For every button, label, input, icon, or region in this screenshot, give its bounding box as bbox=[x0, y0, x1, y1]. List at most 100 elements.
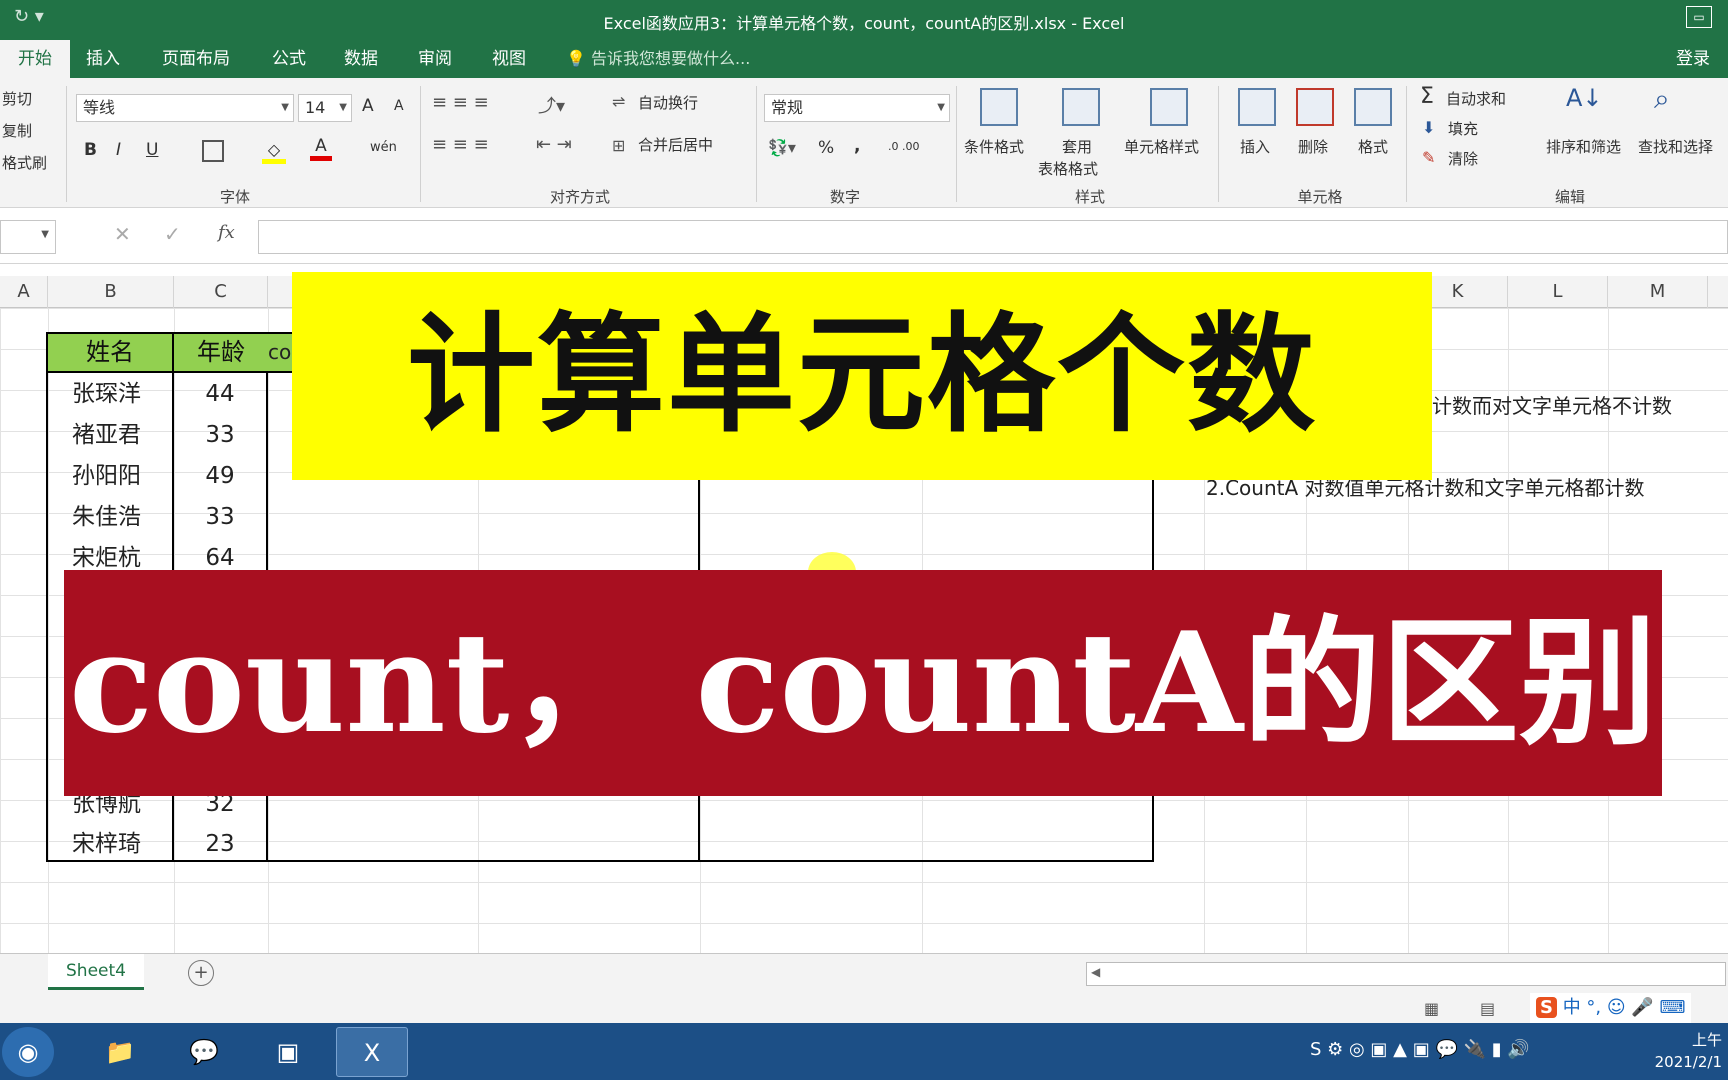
cell-styles-icon bbox=[1150, 88, 1188, 126]
file-explorer-icon[interactable]: 📁 bbox=[84, 1027, 156, 1077]
format-painter-button[interactable]: 格式刷 bbox=[2, 152, 47, 173]
title-banner: 计算单元格个数 bbox=[292, 272, 1432, 480]
pinyin-button[interactable]: wén bbox=[370, 140, 397, 155]
cell-name[interactable]: 宋梓琦 bbox=[72, 824, 172, 865]
chevron-down-icon: ▼ bbox=[339, 102, 347, 113]
vertical-align-icons[interactable]: ≡ ≡ ≡ bbox=[432, 92, 532, 116]
insert-function-icon[interactable]: fx bbox=[218, 222, 235, 243]
header-name[interactable]: 姓名 bbox=[48, 334, 172, 371]
window-title: Excel函数应用3：计算单元格个数，count，countA的区别.xlsx … bbox=[603, 14, 1125, 33]
column-header-a[interactable]: A bbox=[0, 276, 48, 308]
taskbar-clock[interactable]: 上午 2021/2/1 bbox=[1655, 1029, 1722, 1073]
ime-toolbar[interactable]: S 中 °, ☺ 🎤 ⌨ bbox=[1530, 993, 1692, 1023]
chevron-down-icon: ▼ bbox=[41, 229, 49, 240]
bold-button[interactable]: B bbox=[84, 140, 97, 160]
tab-insert[interactable]: 插入 bbox=[68, 40, 138, 78]
horizontal-align-icons[interactable]: ≡ ≡ ≡ bbox=[432, 134, 532, 158]
grow-font-button[interactable]: A bbox=[362, 96, 374, 116]
number-format-combo[interactable]: 常规 ▼ bbox=[764, 94, 950, 122]
cell-age[interactable]: 33 bbox=[180, 415, 260, 456]
normal-view-icon[interactable]: ▦ bbox=[1424, 999, 1439, 1018]
scroll-left-icon[interactable]: ◀ bbox=[1091, 965, 1100, 979]
tab-formulas[interactable]: 公式 bbox=[254, 40, 324, 78]
orientation-icon[interactable]: ⤴▾ bbox=[538, 92, 565, 118]
cell-name[interactable]: 朱佳浩 bbox=[72, 497, 172, 538]
name-box[interactable]: ▼ bbox=[0, 220, 56, 254]
add-sheet-icon[interactable]: + bbox=[188, 960, 214, 986]
excel-taskbar-icon[interactable]: X bbox=[336, 1027, 408, 1077]
percent-button[interactable]: % bbox=[818, 138, 834, 158]
conditional-format-icon bbox=[980, 88, 1018, 126]
font-color-button[interactable]: A bbox=[310, 136, 332, 161]
increase-decimal-button[interactable]: .0 .00 bbox=[888, 140, 920, 153]
chrome-icon[interactable]: ◉ bbox=[2, 1027, 54, 1077]
note-line-1[interactable]: 计数而对文字单元格不计数 bbox=[1432, 390, 1672, 419]
fill-button[interactable]: 填充 bbox=[1448, 118, 1478, 139]
merge-center-icon: ⊞ bbox=[612, 136, 626, 155]
insert-cells-icon bbox=[1238, 88, 1276, 126]
cell-name[interactable]: 褚亚君 bbox=[72, 415, 172, 456]
underline-button[interactable]: U bbox=[146, 140, 158, 160]
powerpoint-icon[interactable]: ▣ bbox=[252, 1027, 324, 1077]
restore-window-icon[interactable]: ▭ bbox=[1686, 6, 1712, 28]
currency-icon[interactable]: 💱▾ bbox=[768, 138, 796, 157]
cell-age[interactable]: 33 bbox=[180, 497, 260, 538]
header-age[interactable]: 年龄 bbox=[174, 334, 268, 371]
format-as-table-button-2[interactable]: 表格格式 bbox=[1038, 158, 1098, 179]
tell-me-search[interactable]: 💡 告诉我您想要做什么... bbox=[566, 40, 750, 78]
login-button[interactable]: 登录 bbox=[1676, 40, 1710, 78]
column-header-c[interactable]: C bbox=[174, 276, 268, 308]
table-header-row: 姓名 年龄 bbox=[46, 332, 296, 373]
find-select-button[interactable]: 查找和选择 bbox=[1638, 136, 1713, 157]
conditional-format-button[interactable]: 条件格式 bbox=[964, 136, 1024, 157]
cell-age[interactable]: 23 bbox=[180, 824, 260, 865]
tab-home[interactable]: 开始 bbox=[0, 40, 70, 78]
horizontal-scrollbar[interactable]: ◀ bbox=[1086, 962, 1726, 986]
column-header-m[interactable]: M bbox=[1608, 276, 1708, 308]
sort-filter-button[interactable]: 排序和筛选 bbox=[1546, 136, 1621, 157]
column-header-l[interactable]: L bbox=[1508, 276, 1608, 308]
ime-status: 中 °, ☺ 🎤 ⌨ bbox=[1562, 997, 1686, 1018]
formula-input[interactable] bbox=[258, 220, 1728, 254]
format-cells-button[interactable]: 格式 bbox=[1358, 136, 1388, 157]
clear-button[interactable]: 清除 bbox=[1448, 148, 1478, 169]
shrink-font-button[interactable]: A bbox=[394, 98, 404, 114]
autosum-button[interactable]: 自动求和 bbox=[1446, 88, 1506, 109]
cut-button[interactable]: 剪切 bbox=[2, 88, 32, 109]
find-icon: ⌕ bbox=[1654, 82, 1670, 115]
system-tray-icons[interactable]: S ⚙ ◎ ▣ ▲ ▣ 💬 🔌 ▮ 🔊 bbox=[1310, 1039, 1530, 1060]
cancel-icon[interactable]: ✕ bbox=[114, 222, 131, 246]
italic-button[interactable]: I bbox=[116, 140, 121, 160]
copy-button[interactable]: 复制 bbox=[2, 120, 32, 141]
font-name-combo[interactable]: 等线 ▼ bbox=[76, 94, 294, 122]
column-header-b[interactable]: B bbox=[48, 276, 174, 308]
tab-view[interactable]: 视图 bbox=[474, 40, 544, 78]
page-layout-view-icon[interactable]: ▤ bbox=[1480, 999, 1495, 1018]
merge-center-button[interactable]: 合并后居中 bbox=[638, 134, 713, 155]
fill-color-icon[interactable]: ◇ bbox=[262, 140, 286, 164]
tab-page-layout[interactable]: 页面布局 bbox=[144, 40, 248, 78]
border-icon[interactable] bbox=[202, 140, 224, 162]
delete-cells-button[interactable]: 删除 bbox=[1298, 136, 1328, 157]
sheet-tab-sheet4[interactable]: Sheet4 bbox=[48, 954, 144, 990]
wechat-icon[interactable]: 💬 bbox=[168, 1027, 240, 1077]
wrap-text-button[interactable]: 自动换行 bbox=[638, 92, 698, 113]
tab-review[interactable]: 审阅 bbox=[400, 40, 470, 78]
clock-time: 上午 bbox=[1691, 1031, 1722, 1049]
sort-filter-icon: A↓ bbox=[1566, 84, 1603, 112]
insert-cells-button[interactable]: 插入 bbox=[1240, 136, 1270, 157]
confirm-icon[interactable]: ✓ bbox=[164, 222, 181, 246]
sheet-tab-bar: Sheet4 + ◀ bbox=[0, 953, 1728, 993]
comma-button[interactable]: , bbox=[854, 136, 860, 156]
formula-bar: ▼ ✕ ✓ fx bbox=[0, 208, 1728, 264]
cell-name[interactable]: 张琛洋 bbox=[72, 374, 172, 415]
indent-icons[interactable]: ⇤ ⇥ bbox=[536, 134, 572, 155]
tab-data[interactable]: 数据 bbox=[326, 40, 396, 78]
subtitle-banner-text: count， countA的区别 bbox=[68, 601, 1658, 764]
cell-age[interactable]: 44 bbox=[180, 374, 260, 415]
cell-styles-button[interactable]: 单元格样式 bbox=[1124, 136, 1199, 157]
cell-name[interactable]: 孙阳阳 bbox=[72, 456, 172, 497]
cell-age[interactable]: 49 bbox=[180, 456, 260, 497]
font-size-combo[interactable]: 14 ▼ bbox=[298, 94, 352, 122]
format-as-table-button-1[interactable]: 套用 bbox=[1062, 136, 1092, 157]
